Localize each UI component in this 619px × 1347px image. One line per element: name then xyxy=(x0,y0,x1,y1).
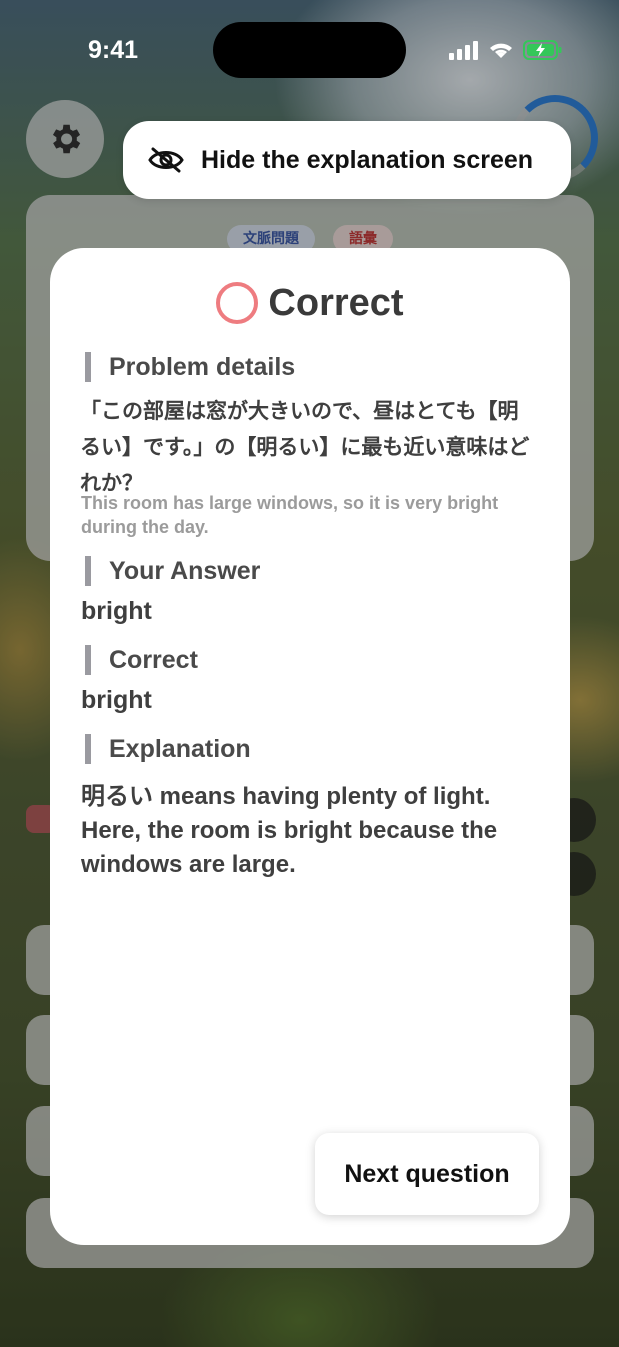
question-japanese: 「この部屋は窓が大きいので、昼はとても【明るい】です。」の【明るい】に最も近い意… xyxy=(80,399,530,495)
your-answer-heading-label: Your Answer xyxy=(109,556,261,585)
correct-answer-value: bright xyxy=(81,686,152,714)
section-bar xyxy=(85,645,91,675)
explanation-heading: Explanation xyxy=(85,733,251,765)
dynamic-island xyxy=(213,22,406,78)
status-time: 9:41 xyxy=(88,36,139,64)
hide-explanation-label: Hide the explanation screen xyxy=(201,145,534,174)
wifi-icon xyxy=(490,43,512,58)
your-answer-heading: Your Answer xyxy=(85,555,260,587)
your-answer-value: bright xyxy=(81,597,152,625)
battery-charging-icon xyxy=(523,40,562,60)
eye-slash-icon xyxy=(148,147,184,173)
next-question-button[interactable]: Next question xyxy=(315,1133,539,1215)
hide-explanation-button[interactable]: Hide the explanation screen xyxy=(123,121,571,199)
result-label: Correct xyxy=(268,281,404,324)
explanation-modal: Correct Problem details 「この部屋は窓が大きいので、昼は… xyxy=(50,248,570,1245)
cellular-signal-icon xyxy=(449,41,478,60)
explanation-heading-label: Explanation xyxy=(109,734,251,763)
question-english: This room has large windows, so it is ve… xyxy=(81,493,499,537)
section-bar xyxy=(85,352,91,382)
correct-heading-label: Correct xyxy=(109,645,198,674)
status-icons xyxy=(449,40,563,60)
explanation-text: 明るい means having plenty of light. Here, … xyxy=(81,783,498,878)
problem-heading-label: Problem details xyxy=(109,352,296,381)
section-bar xyxy=(85,556,91,586)
result-header: Correct xyxy=(50,278,570,328)
problem-heading: Problem details xyxy=(85,351,295,383)
circle-correct-icon xyxy=(216,282,259,324)
correct-heading: Correct xyxy=(85,644,198,676)
section-bar xyxy=(85,734,91,764)
